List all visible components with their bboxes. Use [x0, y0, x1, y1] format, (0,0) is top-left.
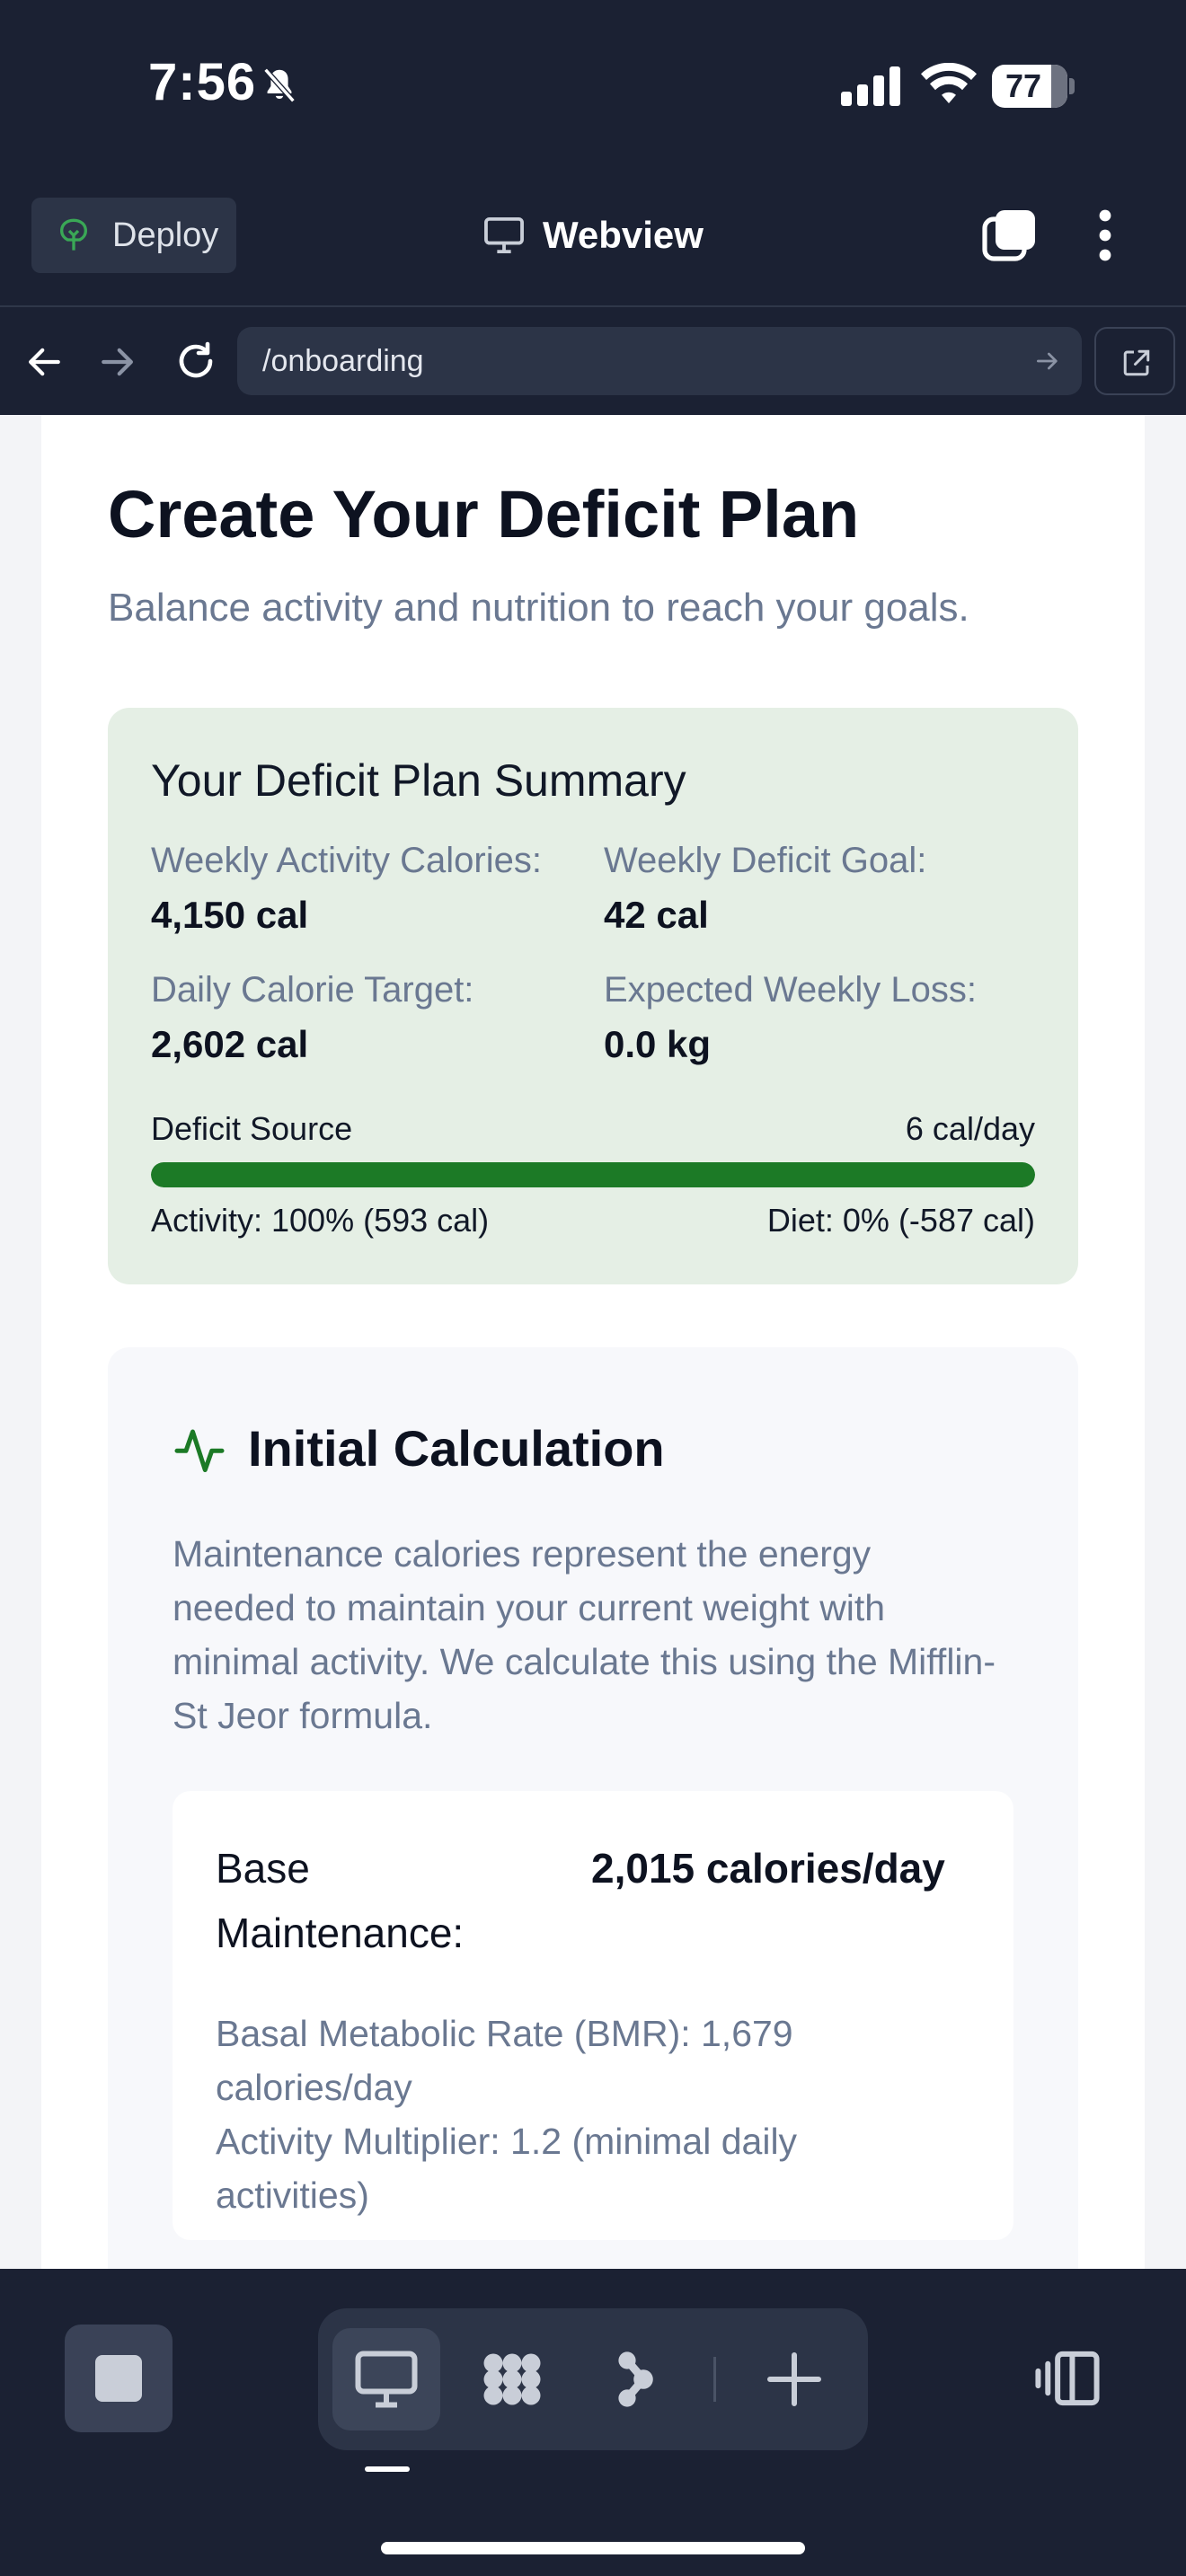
summary-title: Your Deficit Plan Summary — [151, 755, 686, 806]
url-text: /onboarding — [262, 344, 424, 378]
bmr-line: Basal Metabolic Rate (BMR): 1,679 calori… — [216, 2013, 793, 2108]
diet-split: Diet: 0% (-587 cal) — [766, 1202, 1035, 1239]
grid-apps-button[interactable] — [458, 2328, 566, 2430]
deploy-label: Deploy — [112, 216, 219, 254]
url-input[interactable]: /onboarding — [237, 327, 1082, 395]
page-title: Create Your Deficit Plan — [108, 477, 860, 551]
deficit-summary-card: Your Deficit Plan Summary Weekly Activit… — [108, 708, 1078, 1284]
webview-content: Create Your Deficit Plan Balance activit… — [0, 415, 1186, 2269]
maintenance-box: Base Maintenance: 2,015 calories/day Bas… — [173, 1791, 1013, 2240]
deploy-button[interactable]: Deploy — [31, 198, 236, 273]
daily-target-label: Daily Calorie Target: — [151, 970, 474, 1010]
reload-icon[interactable] — [174, 340, 217, 383]
side-panel-icon[interactable] — [1033, 2348, 1102, 2409]
page-subtitle: Balance activity and nutrition to reach … — [108, 586, 969, 630]
view-switcher — [318, 2308, 868, 2450]
daily-target-value: 2,602 cal — [151, 1023, 309, 1065]
weekly-loss-stat: Expected Weekly Loss: 0.0 kg — [604, 970, 1035, 1066]
weekly-deficit-label: Weekly Deficit Goal: — [604, 841, 927, 880]
active-view-indicator — [365, 2466, 410, 2472]
add-button[interactable] — [740, 2328, 848, 2430]
external-link-icon — [1123, 349, 1150, 376]
monitor-icon — [484, 216, 524, 254]
bell-slash-icon — [263, 67, 296, 103]
base-maintenance-value: 2,015 calories/day — [591, 1845, 945, 1892]
base-maintenance-label: Base Maintenance: — [216, 1845, 465, 1956]
go-arrow-icon[interactable] — [1033, 347, 1062, 375]
weekly-loss-value: 0.0 kg — [604, 1023, 712, 1065]
stop-icon — [95, 2355, 142, 2402]
deploy-icon — [59, 218, 88, 251]
status-bar: 7:56 77 — [0, 0, 1186, 171]
desktop-view-icon — [355, 2351, 418, 2408]
cellular-signal-icon — [841, 66, 900, 106]
webview-title: Webview — [483, 208, 704, 262]
initial-calculation-card: Initial Calculation Maintenance calories… — [108, 1347, 1078, 2269]
bottom-dock — [0, 2269, 1186, 2576]
weekly-deficit-value: 42 cal — [604, 894, 709, 936]
add-icon — [767, 2352, 821, 2406]
deficit-source-bar — [151, 1162, 1035, 1187]
back-arrow-icon[interactable] — [25, 343, 63, 381]
flow-button[interactable] — [584, 2328, 692, 2430]
battery-icon: 77 — [992, 65, 1075, 108]
activity-split: Activity: 100% (593 cal) — [151, 1202, 490, 1239]
calculation-title: Initial Calculation — [248, 1420, 665, 1477]
desktop-view-button[interactable] — [332, 2328, 440, 2430]
calculation-description: Maintenance calories represent the energ… — [173, 1533, 996, 1736]
dock-divider — [713, 2357, 716, 2402]
deficit-source-value: 6 cal/day — [905, 1110, 1035, 1147]
onboarding-page: Create Your Deficit Plan Balance activit… — [41, 415, 1145, 2269]
more-vertical-icon[interactable] — [1091, 207, 1120, 264]
webview-title-text: Webview — [543, 214, 704, 256]
battery-level: 77 — [1005, 67, 1042, 104]
weekly-activity-value: 4,150 cal — [151, 894, 309, 936]
app-toolbar: Deploy Webview — [0, 171, 1186, 305]
forward-arrow-icon[interactable] — [99, 343, 137, 381]
stop-button[interactable] — [65, 2325, 173, 2432]
deficit-activity-fill — [151, 1162, 1035, 1187]
url-row: /onboarding — [0, 305, 1186, 415]
home-indicator — [381, 2542, 805, 2554]
weekly-activity-stat: Weekly Activity Calories: 4,150 cal — [151, 841, 582, 937]
weekly-loss-label: Expected Weekly Loss: — [604, 970, 978, 1010]
daily-target-stat: Daily Calorie Target: 2,602 cal — [151, 970, 582, 1066]
activity-pulse-icon — [174, 1429, 225, 1472]
grid-apps-icon — [483, 2353, 541, 2405]
status-time: 7:56 — [148, 53, 257, 111]
flow-icon — [618, 2351, 653, 2407]
activity-multiplier-line: Activity Multiplier: 1.2 (minimal daily … — [216, 2121, 798, 2216]
wifi-icon — [921, 63, 977, 103]
tabs-icon[interactable] — [981, 207, 1039, 264]
weekly-deficit-stat: Weekly Deficit Goal: 42 cal — [604, 841, 1035, 937]
deficit-source-label: Deficit Source — [151, 1110, 353, 1147]
weekly-activity-label: Weekly Activity Calories: — [151, 841, 542, 880]
open-external-button[interactable] — [1094, 327, 1175, 395]
